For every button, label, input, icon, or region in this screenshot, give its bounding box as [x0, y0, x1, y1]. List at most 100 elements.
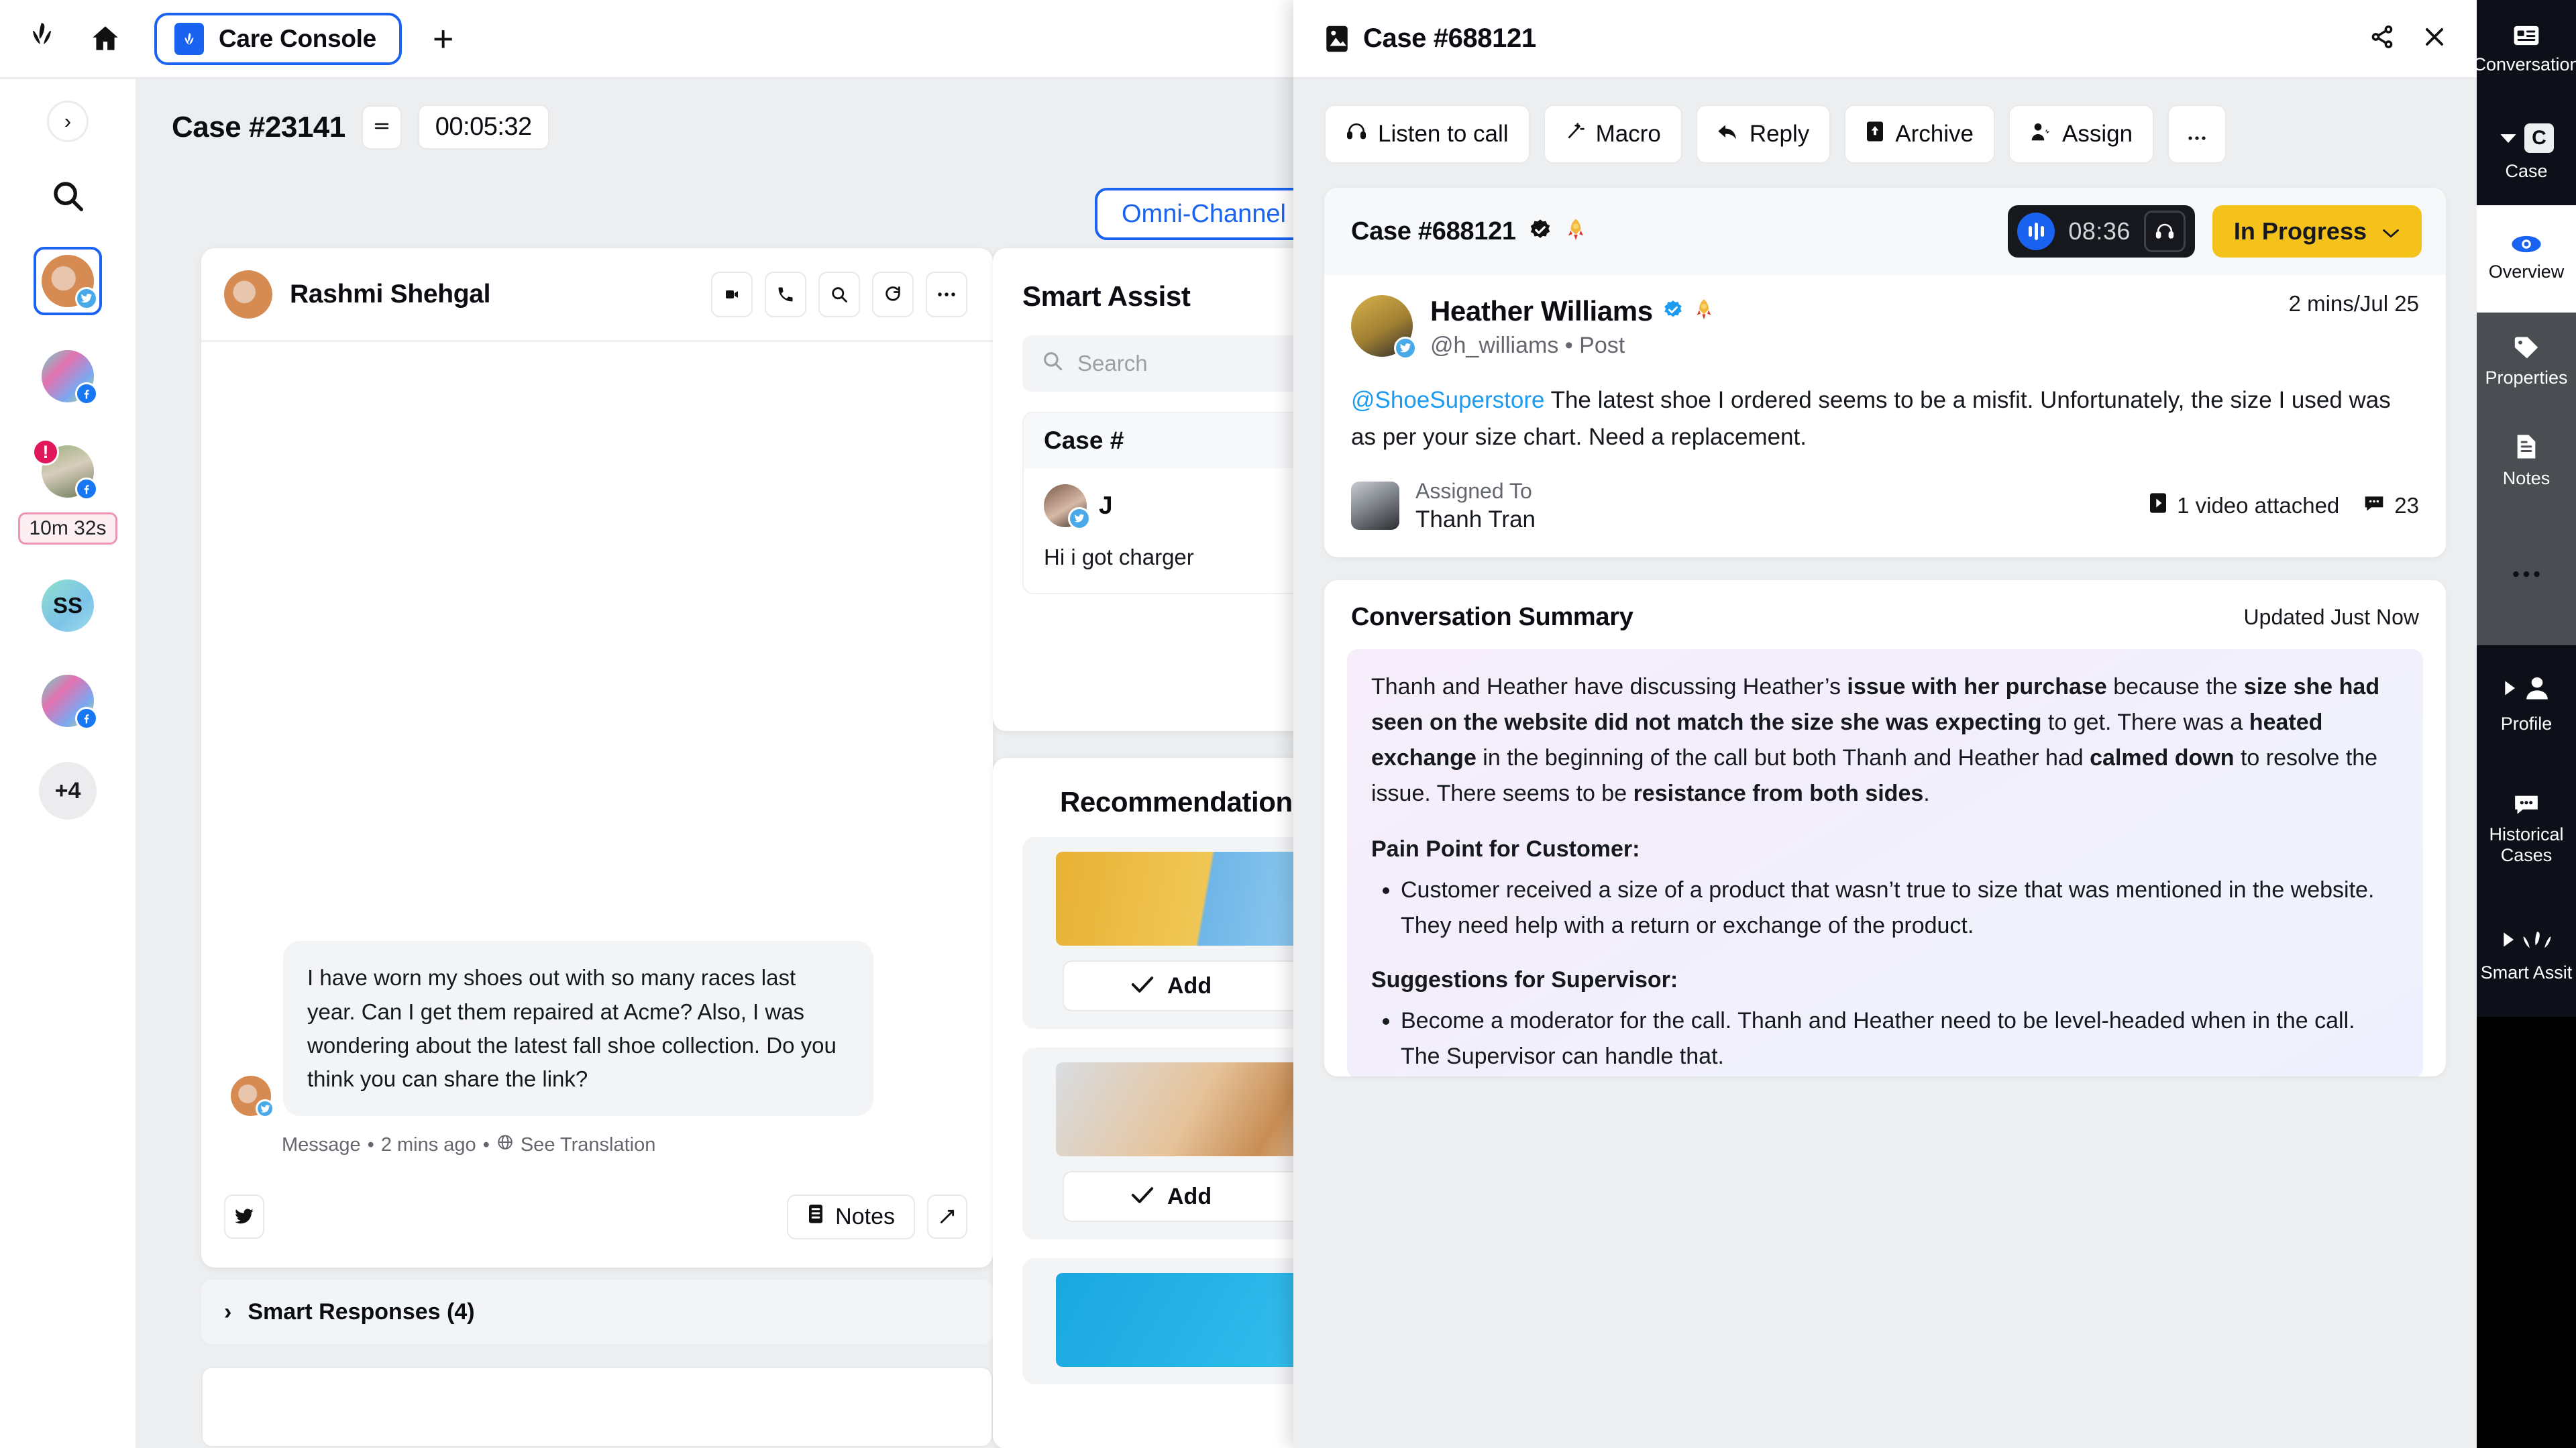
- mention-link[interactable]: @ShoeSuperstore: [1351, 387, 1544, 413]
- expand-icon[interactable]: [927, 1194, 967, 1239]
- home-icon[interactable]: [82, 19, 129, 59]
- suggestions-title: Suggestions for Supervisor:: [1371, 966, 1678, 993]
- message-bubble: I have worn my shoes out with so many ra…: [283, 941, 873, 1116]
- nav-item-historical-cases[interactable]: Historical Cases: [2477, 765, 2576, 896]
- avatar: [41, 675, 98, 730]
- list-item: Become a moderator for the call. Thanh a…: [1401, 1003, 2399, 1074]
- search-icon: [1041, 349, 1064, 378]
- rocket-icon: [1693, 298, 1715, 325]
- message-composer[interactable]: [201, 1367, 993, 1447]
- case-keycap-icon: C: [2524, 123, 2554, 154]
- nav-item-profile[interactable]: Profile: [2477, 645, 2576, 765]
- page-title: Case #23141: [172, 110, 345, 144]
- tab-care-console[interactable]: Care Console: [154, 12, 402, 65]
- facebook-icon: [74, 382, 98, 405]
- new-tab-button[interactable]: +: [433, 21, 454, 57]
- nav-item-notes[interactable]: Notes: [2477, 412, 2576, 511]
- check-icon: [1131, 1184, 1154, 1210]
- avatar: [224, 270, 272, 319]
- status-label: In Progress: [2233, 217, 2367, 245]
- suggestions-list: Become a moderator for the call. Thanh a…: [1371, 1003, 2399, 1076]
- image-icon: [1324, 24, 1351, 54]
- video-attachment-chip[interactable]: 1 video attached: [2149, 492, 2339, 519]
- reply-icon: [1717, 121, 1739, 148]
- caret-right-icon: [2502, 680, 2517, 701]
- conversation-footer-actions: Notes: [787, 1194, 967, 1239]
- list-item: Customer received a size of a product th…: [1401, 873, 2399, 944]
- avatar-wrapper[interactable]: [34, 667, 102, 735]
- search-icon[interactable]: [818, 271, 860, 317]
- verified-badge-icon: [1662, 299, 1684, 324]
- comment-count-chip[interactable]: 23: [2363, 493, 2419, 518]
- reply-button[interactable]: Reply: [1695, 105, 1831, 164]
- avatar-selected-wrapper[interactable]: [33, 247, 102, 315]
- summary-text: .: [1923, 780, 1930, 806]
- list-item[interactable]: SS: [34, 571, 102, 640]
- list-item[interactable]: [33, 247, 102, 315]
- author-name: Heather Williams: [1430, 295, 1653, 327]
- nav-item-conversation[interactable]: Conversation: [2473, 0, 2576, 101]
- add-label: Add: [1167, 1183, 1212, 1209]
- listen-to-call-button[interactable]: Listen to call: [1324, 105, 1530, 164]
- nav-label: Properties: [2485, 368, 2568, 388]
- nav-label: Case: [2505, 161, 2548, 182]
- conversation-body: I have worn my shoes out with so many ra…: [201, 342, 993, 1268]
- nav-item-overview[interactable]: Overview: [2477, 205, 2576, 313]
- share-icon[interactable]: [2369, 24, 2395, 53]
- video-icon[interactable]: [711, 271, 753, 317]
- macro-button[interactable]: Macro: [1543, 105, 1682, 164]
- case-author: Heather Williams @h_williams • Post: [1351, 295, 2419, 359]
- close-icon[interactable]: [2422, 24, 2447, 53]
- phone-icon[interactable]: [765, 271, 806, 317]
- archive-icon: [1866, 121, 1884, 148]
- summary-header: Conversation Summary Updated Just Now: [1347, 603, 2423, 649]
- avatar: [231, 1076, 274, 1118]
- list-item[interactable]: [34, 342, 102, 410]
- see-translation-link[interactable]: See Translation: [521, 1134, 656, 1156]
- message-type: Message: [282, 1133, 361, 1156]
- chevron-down-icon: [2381, 217, 2400, 245]
- avatar-wrapper[interactable]: SS: [34, 571, 102, 640]
- more-options-button[interactable]: [2167, 105, 2227, 164]
- nav-item-properties[interactable]: Properties: [2477, 313, 2576, 412]
- nav-item-more[interactable]: [2477, 511, 2576, 645]
- bullet: •: [1564, 333, 1580, 358]
- case-card: Case #688121 08:36 In Progress 2 mins/Ju…: [1324, 188, 2446, 557]
- conversation-card-icon: [2513, 25, 2540, 46]
- expand-rail-button[interactable]: ›: [47, 101, 89, 142]
- status-badge[interactable]: In Progress: [2212, 205, 2422, 258]
- more-icon: [2186, 121, 2208, 148]
- bullet: •: [367, 1133, 374, 1156]
- list-icon[interactable]: [361, 105, 402, 150]
- call-player[interactable]: 08:36: [2008, 205, 2195, 258]
- notes-button[interactable]: Notes: [787, 1194, 915, 1239]
- archive-button[interactable]: Archive: [1844, 105, 1996, 164]
- case-author-name-row: Heather Williams: [1430, 295, 1715, 327]
- case-card-header: Case #688121 08:36 In Progress: [1324, 188, 2446, 275]
- case-post-text: @ShoeSuperstore The latest shoe I ordere…: [1351, 382, 2419, 456]
- list-item[interactable]: [34, 667, 102, 735]
- smart-assist-case-author: J: [1099, 492, 1113, 519]
- case-card-header-right: 08:36 In Progress: [2008, 205, 2422, 258]
- smart-responses-toggle[interactable]: › Smart Responses (4): [201, 1280, 993, 1344]
- list-item[interactable]: ! 10m 32s: [18, 437, 117, 545]
- sprinklr-logo-icon[interactable]: [23, 20, 63, 58]
- list-item-more[interactable]: +4: [38, 762, 97, 820]
- headset-icon[interactable]: [2143, 211, 2186, 252]
- headset-icon: [1346, 121, 1367, 148]
- search-icon[interactable]: [46, 174, 89, 217]
- message-row: I have worn my shoes out with so many ra…: [231, 941, 873, 1118]
- call-duration: 08:36: [2068, 217, 2131, 245]
- rocket-icon: [1564, 218, 1587, 245]
- nav-item-smart-assist[interactable]: Smart Assit: [2477, 896, 2576, 1017]
- contact-name: Rashmi Shehgal: [290, 279, 491, 309]
- right-nav: Conversation C Case Overview Properties: [2473, 0, 2576, 1448]
- more-icon[interactable]: [926, 271, 967, 317]
- assign-button[interactable]: Assign: [2008, 105, 2155, 164]
- refresh-icon[interactable]: [872, 271, 914, 317]
- avatar-wrapper[interactable]: !: [32, 437, 102, 506]
- message-time: 2 mins ago: [380, 1133, 476, 1156]
- nav-item-case[interactable]: C Case: [2477, 101, 2576, 205]
- avatar-wrapper[interactable]: [34, 342, 102, 410]
- twitter-icon[interactable]: [224, 1194, 264, 1239]
